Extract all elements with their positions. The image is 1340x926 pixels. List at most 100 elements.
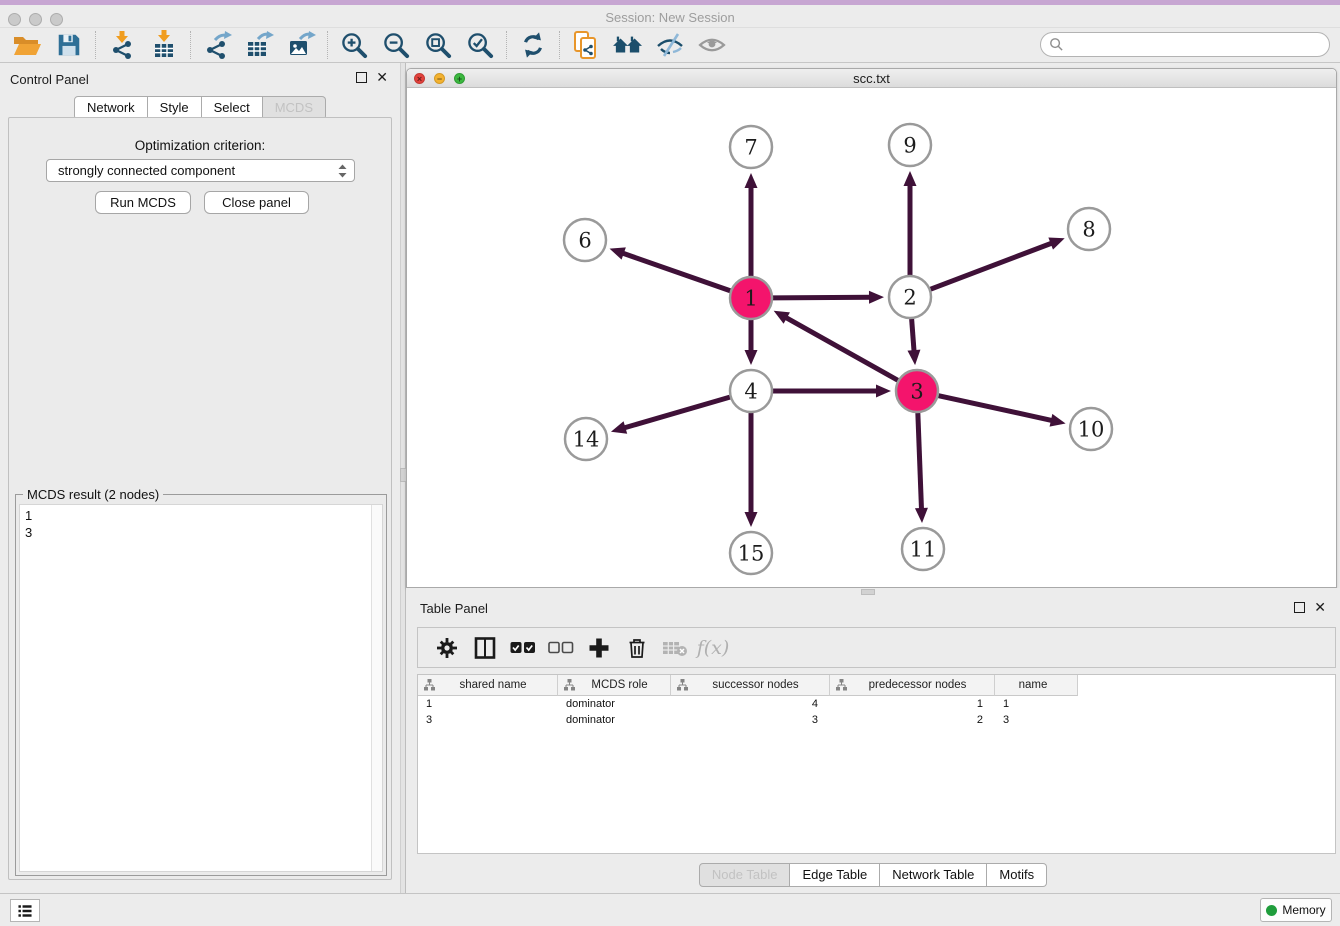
network-canvas[interactable]: 7968124314101511 [407,88,1336,588]
column-header-MCDS-role[interactable]: MCDS role [558,675,671,696]
show-all-icon[interactable] [691,29,733,61]
graph-edge-4-14[interactable] [622,397,729,428]
table-cell[interactable]: 1 [418,696,558,712]
column-header-successor-nodes[interactable]: successor nodes [671,675,830,696]
graph-node-label-2: 2 [903,286,916,310]
task-history-button[interactable] [10,899,40,922]
table-settings-gear-icon[interactable] [428,633,466,663]
node-table[interactable]: shared nameMCDS rolesuccessor nodesprede… [417,674,1336,854]
column-pane-icon[interactable] [466,633,504,663]
toolbar-separator [559,31,560,59]
close-panel-button[interactable]: Close panel [204,191,309,214]
graph-edge-2-3[interactable] [912,319,915,353]
column-header-predecessor-nodes[interactable]: predecessor nodes [830,675,995,696]
main-toolbar [0,28,1340,63]
graph-edge-3-11[interactable] [918,413,922,511]
graph-edge-3-10[interactable] [938,396,1053,421]
table-cell[interactable]: 2 [830,712,995,728]
unselect-all-columns-icon[interactable] [542,633,580,663]
network-view-window: × − + scc.txt 7968124314101511 [406,68,1337,588]
save-session-icon[interactable] [48,29,90,61]
zoom-selected-icon[interactable] [459,29,501,61]
float-panel-icon[interactable] [1294,602,1305,613]
titlebar: Session: New Session [0,5,1340,28]
add-column-icon[interactable] [580,633,618,663]
table-cell[interactable]: 4 [671,696,830,712]
network-window-title: scc.txt [407,71,1336,86]
graph-node-label-1: 1 [744,287,757,311]
tab-motifs[interactable]: Motifs [987,863,1047,887]
delete-table-icon[interactable] [656,633,694,663]
float-panel-icon[interactable] [356,72,367,83]
memory-status-icon [1266,905,1277,916]
open-file-icon[interactable] [6,29,48,61]
tab-edge-table[interactable]: Edge Table [790,863,880,887]
hide-selected-icon[interactable] [649,29,691,61]
column-header-name[interactable]: name [995,675,1078,696]
search-box[interactable] [1040,32,1330,57]
table-cell[interactable]: 1 [830,696,995,712]
criterion-dropdown[interactable]: strongly connected component [46,159,355,182]
table-toolbar: f(x) [417,627,1336,668]
search-icon [1049,37,1064,52]
network-window-titlebar[interactable]: × − + scc.txt [407,69,1336,88]
function-builder-icon[interactable]: f(x) [694,633,732,663]
graph-node-label-14: 14 [573,428,600,452]
export-network-icon[interactable] [196,29,238,61]
graph-edge-arrowhead [907,350,920,365]
graph-edge-3-1[interactable] [784,317,898,381]
memory-button[interactable]: Memory [1260,898,1332,922]
import-network-icon[interactable] [101,29,143,61]
graph-edge-2-8[interactable] [931,242,1054,289]
graph-node-label-3: 3 [910,380,923,404]
first-neighbors-icon[interactable] [607,29,649,61]
table-row[interactable]: 1dominator411 [418,696,1335,712]
table-cell[interactable]: 3 [671,712,830,728]
toolbar-separator [327,31,328,59]
table-cell[interactable]: dominator [558,712,671,728]
toolbar-separator [95,31,96,59]
table-panel-title: Table Panel [420,601,488,616]
tab-network-table[interactable]: Network Table [880,863,987,887]
graph-edge-arrowhead [745,173,758,188]
export-table-icon[interactable] [238,29,280,61]
horizontal-splitter[interactable] [406,588,1340,596]
zoom-out-icon[interactable] [375,29,417,61]
import-table-icon[interactable] [143,29,185,61]
delete-column-icon[interactable] [618,633,656,663]
graph-node-label-9: 9 [903,134,916,158]
refresh-icon[interactable] [512,29,554,61]
table-cell[interactable]: 1 [995,696,1078,712]
result-scrollbar[interactable] [371,505,382,871]
table-panel: Table Panel ✕ [406,596,1340,893]
table-cell[interactable]: dominator [558,696,671,712]
export-image-icon[interactable] [280,29,322,61]
graph-edge-arrowhead [869,291,884,304]
application-window: Session: New Session [0,0,1340,926]
splitter-handle[interactable] [861,589,875,595]
zoom-in-icon[interactable] [333,29,375,61]
graph-edge-1-6[interactable] [621,253,730,291]
table-cell[interactable]: 3 [418,712,558,728]
graph-node-label-15: 15 [738,542,765,566]
graph-node-label-10: 10 [1078,418,1105,442]
graph-edge-arrowhead [915,508,928,523]
select-all-columns-icon[interactable] [504,633,542,663]
table-cell[interactable]: 3 [995,712,1078,728]
search-input[interactable] [1064,35,1329,55]
mcds-result-legend: MCDS result (2 nodes) [23,487,163,502]
column-header-shared-name[interactable]: shared name [418,675,558,696]
graph-edge-1-2[interactable] [773,297,872,298]
tab-node-table[interactable]: Node Table [699,863,791,887]
run-mcds-button[interactable]: Run MCDS [95,191,191,214]
duplicate-network-icon[interactable] [565,29,607,61]
close-panel-icon[interactable]: ✕ [376,72,388,83]
mcds-result-textarea[interactable]: 13 [19,504,383,872]
table-row[interactable]: 3dominator323 [418,712,1335,728]
toolbar-separator [506,31,507,59]
control-panel-title: Control Panel [10,72,89,87]
table-header-row: shared nameMCDS rolesuccessor nodesprede… [418,675,1335,696]
control-panel: Control Panel ✕ NetworkStyleSelectMCDS O… [0,63,400,893]
zoom-fit-icon[interactable] [417,29,459,61]
close-panel-icon[interactable]: ✕ [1314,602,1326,613]
